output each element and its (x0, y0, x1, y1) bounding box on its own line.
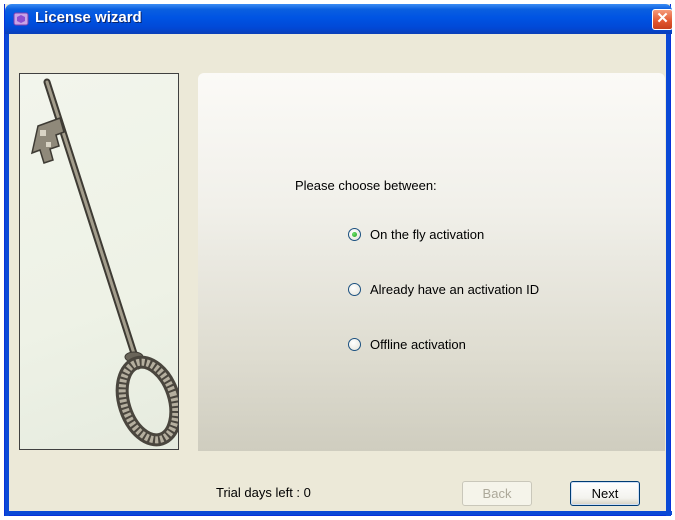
option-on-the-fly[interactable]: On the fly activation (348, 225, 484, 243)
trial-days-text: Trial days left : 0 (216, 485, 311, 500)
option-label: Already have an activation ID (370, 281, 540, 297)
option-label: Offline activation (370, 336, 466, 352)
options-panel: Please choose between: On the fly activa… (198, 73, 665, 451)
close-button[interactable]: ✕ (652, 9, 673, 30)
radio-on-the-fly[interactable] (348, 227, 361, 241)
back-button[interactable]: Back (462, 481, 532, 506)
option-offline[interactable]: Offline activation (348, 335, 466, 353)
option-label: On the fly activation (370, 226, 485, 242)
window-border-left (5, 34, 9, 516)
title-bar[interactable]: License wizard ✕ (5, 4, 673, 34)
next-button[interactable]: Next (570, 481, 640, 506)
close-icon: ✕ (656, 10, 669, 27)
option-activation-id[interactable]: Already have an activation ID (348, 280, 539, 298)
license-wizard-window: License wizard ✕ Please choose between: … (4, 4, 673, 516)
key-illustration (19, 73, 179, 450)
window-border-right (666, 34, 670, 516)
radio-activation-id[interactable] (348, 282, 361, 296)
prompt-text: Please choose between: (295, 178, 437, 193)
window-title: License wizard (35, 9, 142, 26)
radio-offline[interactable] (348, 337, 361, 351)
license-wizard-app-icon (13, 12, 29, 26)
key-icon (30, 78, 178, 447)
window-border-bottom (5, 511, 672, 515)
